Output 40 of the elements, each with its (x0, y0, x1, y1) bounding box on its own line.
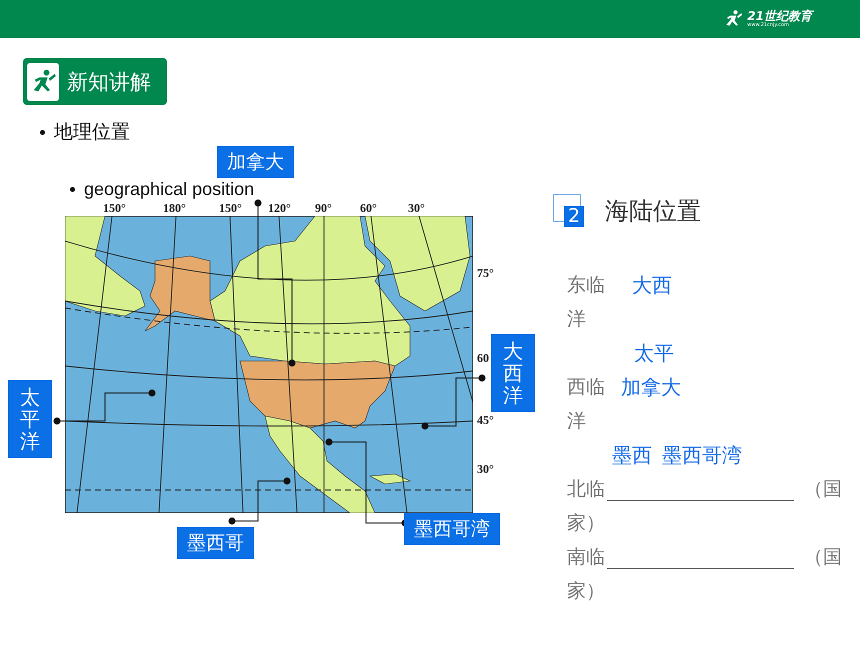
section-number: 2 (564, 206, 584, 227)
badge-title: 新知讲解 (67, 68, 151, 96)
map-label: 太平洋 (8, 380, 52, 458)
answer-text: 大西 (632, 272, 672, 298)
answer-text: 墨西 (612, 442, 652, 468)
bullet-text: 地理位置 (54, 121, 130, 145)
bullet-text: geographical position (84, 179, 254, 200)
prompt-text: 洋 (567, 409, 586, 434)
latitude-label: 30° (477, 462, 494, 477)
longitude-label: 90° (315, 201, 332, 216)
prompt-text: 北临 (567, 477, 605, 502)
longitude-label: 180° (163, 201, 186, 216)
latitude-label: 60 (477, 351, 489, 366)
logo-text: 21世纪教育 (747, 10, 812, 22)
leader-line (228, 478, 290, 524)
answer-text: 加拿大 (621, 374, 681, 400)
longitude-label: 30° (408, 201, 425, 216)
map-label: 墨西哥湾 (404, 513, 500, 545)
map-label: 大西洋 (491, 334, 535, 412)
prompt-text: 家） (567, 511, 605, 536)
map-label: 墨西哥 (177, 527, 254, 559)
longitude-label: 150° (219, 201, 242, 216)
answer-text: 太平 (634, 340, 674, 366)
answer-text: 墨西哥湾 (662, 442, 742, 468)
bullet-icon (70, 187, 75, 192)
prompt-text: 家） (567, 579, 605, 604)
longitude-label: 150° (103, 201, 126, 216)
latitude-label: 75° (477, 266, 494, 281)
prompt-text: 东临 (567, 273, 605, 298)
prompt-text: （国 (804, 545, 842, 570)
section-heading: 海陆位置 (605, 196, 701, 227)
latitude-label: 45° (477, 413, 494, 428)
longitude-label: 60° (360, 201, 377, 216)
prompt-text: 西临 (567, 375, 605, 400)
prompt-text: 南临 (567, 545, 605, 570)
prompt-text: （国 (804, 477, 842, 502)
map-label: 加拿大 (217, 146, 294, 178)
longitude-label: 120° (268, 201, 291, 216)
prompt-text: 洋 (567, 307, 586, 332)
bullet-icon (40, 130, 45, 134)
